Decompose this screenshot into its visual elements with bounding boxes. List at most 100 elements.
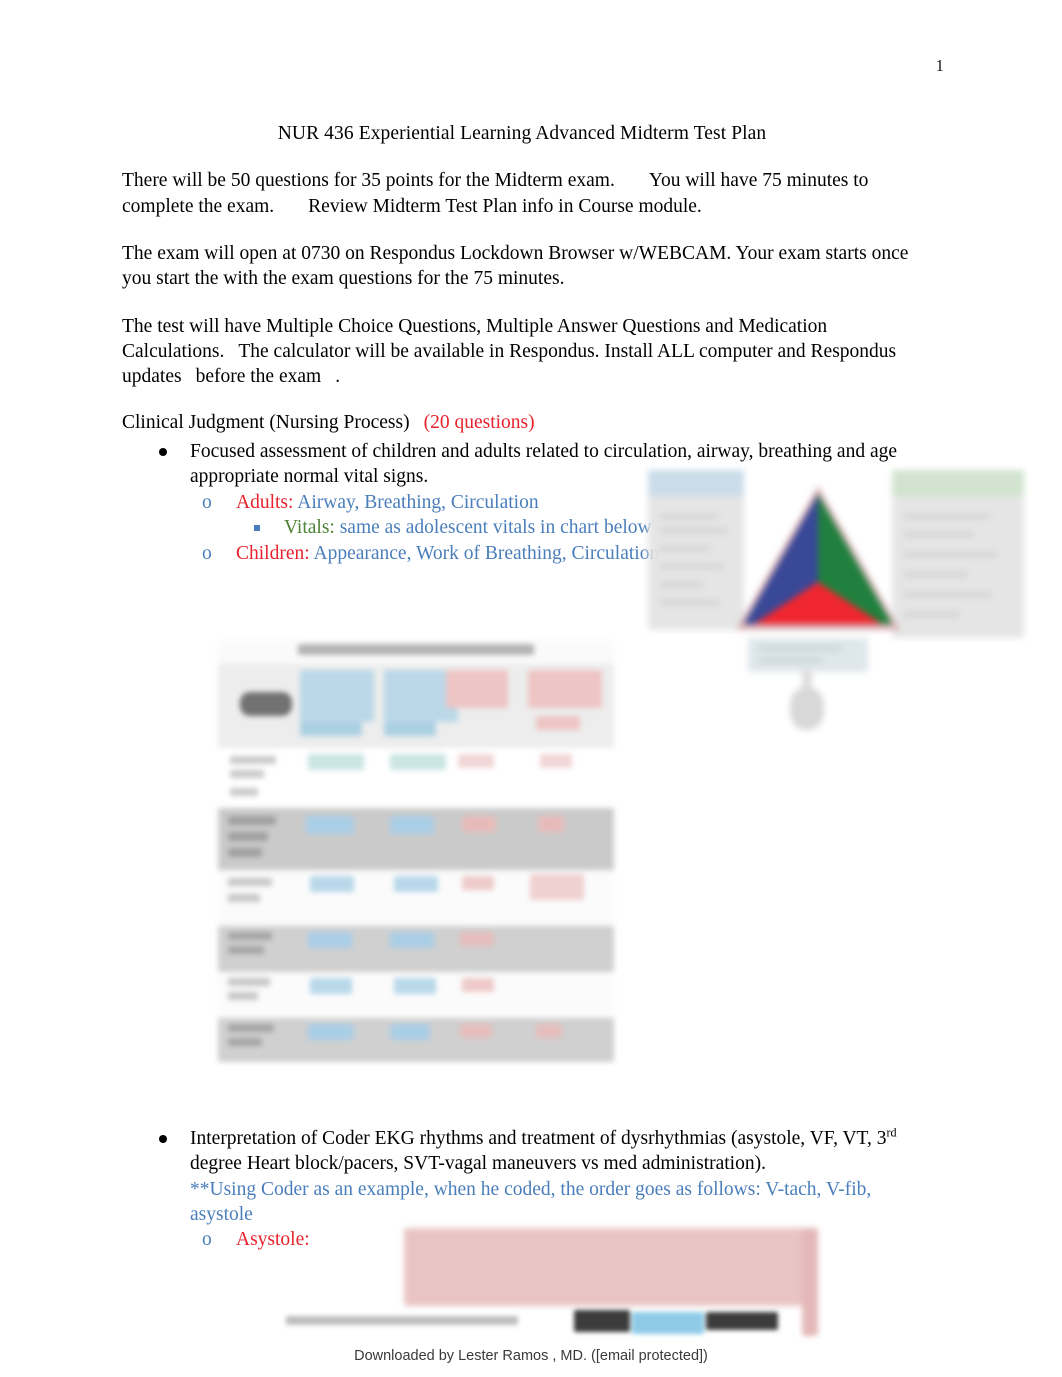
paragraph-exam-overview: There will be 50 questions for 35 points… [122,168,922,219]
vitals-value: same as adolescent vitals in chart below [339,517,652,539]
table-cell [528,670,602,708]
table-cell [462,978,494,992]
table-cell [394,876,438,892]
table-cell [394,978,436,994]
download-footer: Downloaded by Lester Ramos , MD. ([email… [354,1348,708,1364]
pat-text-line [660,546,710,551]
table-cell [310,876,354,892]
pat-figure-blob [790,688,824,730]
table-cell [230,756,276,764]
pat-text-line [904,532,974,537]
watermark-logo-part-middle [632,1312,704,1334]
pat-work-of-breathing-box [892,470,1024,638]
pat-text-line [660,514,718,519]
asystole-label: Asystole: [236,1229,310,1251]
watermark-text-line [286,1316,518,1325]
pat-text-line [758,658,822,663]
clinical-judgment-question-count: (20 questions) [423,411,535,433]
table-row [218,926,614,972]
pediatric-assessment-triangle-image [640,462,1032,732]
table-cell [228,878,272,886]
ordinal-suffix: rd [886,1125,897,1140]
table-cell [230,770,264,778]
site-watermark-image [286,1306,836,1340]
pat-text-line [904,552,998,557]
table-cell [300,722,362,736]
clinical-judgment-label: Clinical Judgment (Nursing Process) [122,411,410,433]
pat-text-line [660,600,720,605]
table-cell [308,932,352,948]
page-number: 1 [935,56,945,75]
table-cell [228,946,264,954]
table-row [218,808,614,870]
table-cell [228,832,268,841]
adults-label: Adults: [236,491,294,513]
pat-text-line [904,514,990,519]
pat-appearance-box [648,470,744,630]
children-label: Children: [236,542,310,564]
table-cell [460,1024,492,1038]
document-page: 1 NUR 436 Experiential Learning Advanced… [0,0,1062,1377]
table-cell [384,722,436,736]
test-format-period: . [335,366,341,388]
bullet-disc-icon [159,1135,167,1143]
table-cell [228,932,272,940]
pat-text-line [904,592,992,597]
paragraph-test-format: The test will have Multiple Choice Quest… [122,314,922,390]
pat-text-line [660,528,728,533]
bullet-circle-marker-icon: o [202,1229,212,1251]
pat-text-line [660,582,704,587]
table-row [218,664,614,748]
table-cell [390,1024,430,1040]
pat-circulation-box [748,638,868,672]
table-cell [462,816,496,832]
table-cell [228,894,260,902]
pat-circulation-face [754,582,882,624]
pat-text-line [660,564,724,569]
paragraph-exam-open: The exam will open at 0730 on Respondus … [122,243,909,290]
table-cell [230,788,258,796]
vital-signs-chart-image [218,640,614,1062]
table-cell [390,754,446,770]
table-cell [228,992,258,1000]
table-cell [536,1024,562,1038]
vitals-label: Vitals: [284,517,335,539]
table-cell [460,932,494,946]
table-cell [228,816,276,825]
bullet-circle-marker-icon: o [202,542,212,564]
bullet-square-icon [254,525,260,532]
table-cell [462,876,494,890]
adults-value: Airway, Breathing, Circulation [297,491,539,513]
ekg-interpretation-text-part1: Interpretation of Coder EKG rhythms and … [190,1128,887,1149]
table-row [218,1018,614,1062]
table-cell [240,692,292,716]
table-row [218,972,614,1018]
pat-text-line [904,612,960,617]
table-cell [300,670,374,722]
exam-overview-sentence-1: There will be 50 questions for 35 points… [122,170,615,192]
table-row [218,748,614,808]
table-cell [228,848,262,857]
table-cell [306,816,354,834]
table-cell [308,754,364,770]
pat-text-line [904,572,968,577]
pat-work-of-breathing-header-band [892,470,1024,496]
table-cell [538,816,564,832]
table-cell [390,932,434,948]
table-cell [530,874,584,900]
watermark-logo-part-right [706,1312,778,1330]
table-cell [446,670,508,708]
exam-overview-sentence-3: Review Midterm Test Plan info in Course … [308,195,702,217]
pat-appearance-header-band [648,470,744,496]
watermark-logo-part-left [574,1310,630,1332]
table-cell [536,716,580,730]
children-value: Appearance, Work of Breathing, Circulati… [313,542,660,564]
table-cell [228,1038,262,1046]
table-cell [458,754,494,768]
section-heading-clinical-judgment: Clinical Judgment (Nursing Process) (20 q… [122,410,922,435]
ekg-interpretation-text-part2: degree Heart block/pacers, SVT-vagal man… [190,1153,766,1175]
page-title: NUR 436 Experiential Learning Advanced M… [277,123,767,144]
table-cell [310,978,352,994]
table-cell [228,978,270,986]
table-cell [390,816,434,834]
